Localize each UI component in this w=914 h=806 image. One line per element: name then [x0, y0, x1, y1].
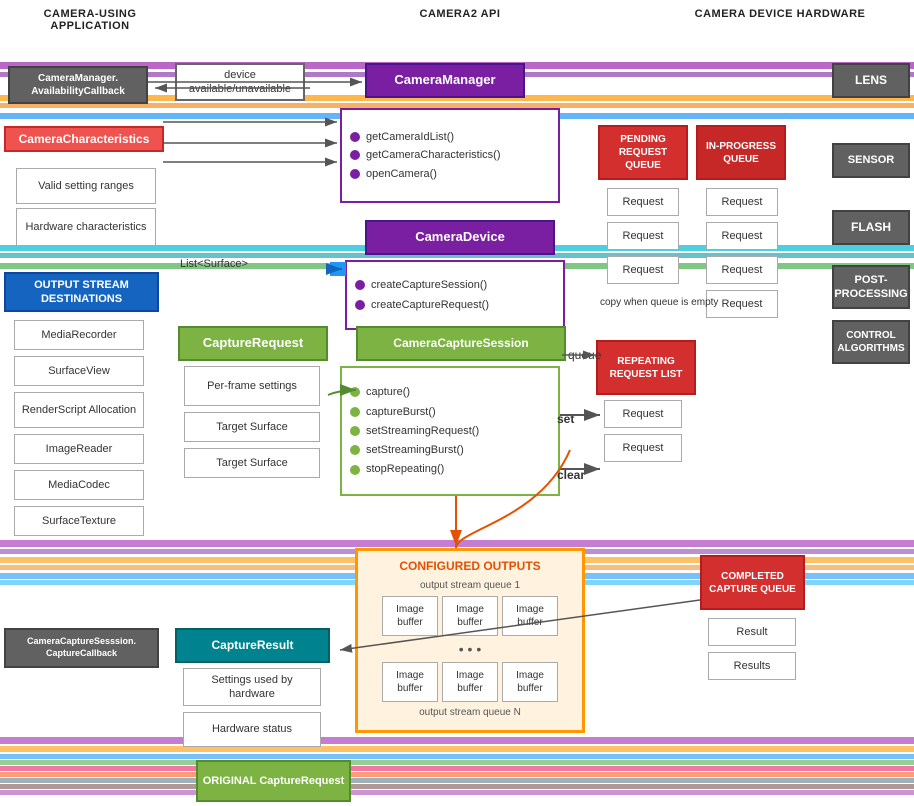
hardware-status: Hardware status: [183, 712, 321, 747]
sensor-box: SENSOR: [832, 143, 910, 178]
result-2: Results: [708, 652, 796, 680]
target-surface-2: Target Surface: [184, 448, 320, 478]
output-stream-n-label: output stream queue N: [419, 706, 521, 719]
in-progress-request-2: Request: [706, 222, 778, 250]
get-camera-chars-method: getCameraCharacteristics(): [366, 148, 500, 162]
control-algorithms-box: CONTROL ALGORITHMS: [832, 320, 910, 364]
output-stream-1-label: output stream queue 1: [420, 579, 520, 592]
copy-label: copy when queue is empty: [600, 296, 718, 309]
set-streaming-burst-method: setStreamingBurst(): [366, 443, 464, 457]
settings-used-by-hardware: Settings used by hardware: [183, 668, 321, 706]
clear-label: clear: [557, 468, 585, 482]
image-buffer-3: Image buffer: [502, 596, 558, 636]
col-header-app: CAMERA-USING APPLICATION: [10, 8, 170, 32]
completed-capture-queue: COMPLETED CAPTURE QUEUE: [700, 555, 805, 610]
in-progress-request-3: Request: [706, 256, 778, 284]
set-label: set: [557, 412, 574, 426]
image-buffer-1: Image buffer: [382, 596, 438, 636]
repeating-request-2: Request: [604, 434, 682, 462]
output-stream-destinations: OUTPUT STREAM DESTINATIONS: [4, 272, 159, 312]
capture-request-box: CaptureRequest: [178, 326, 328, 361]
col-header-hw: CAMERA DEVICE HARDWARE: [650, 8, 910, 20]
diagram-container: CAMERA-USING APPLICATION CAMERA2 API CAM…: [0, 0, 914, 806]
camera-manager-methods: getCameraIdList() getCameraCharacteristi…: [340, 108, 560, 203]
queue-label: queue: [568, 348, 601, 362]
post-processing-box: POST- PROCESSING: [832, 265, 910, 309]
in-progress-queue: IN-PROGRESS QUEUE: [696, 125, 786, 180]
capture-method: capture(): [366, 385, 410, 399]
list-surface-label: List<Surface>: [180, 258, 248, 270]
image-buffer-4: Image buffer: [382, 662, 438, 702]
pending-request-3: Request: [607, 256, 679, 284]
capture-burst-method: captureBurst(): [366, 405, 436, 419]
pending-request-2: Request: [607, 222, 679, 250]
camera-device-methods: createCaptureSession() createCaptureRequ…: [345, 260, 565, 330]
device-available-box: device available/unavailable: [175, 63, 305, 101]
configured-outputs-title: CONFIGURED OUTPUTS: [366, 559, 574, 575]
original-capture-request: ORIGINAL CaptureRequest: [196, 760, 351, 802]
surface-texture: SurfaceTexture: [14, 506, 144, 536]
image-buffer-6: Image buffer: [502, 662, 558, 702]
repeating-request-1: Request: [604, 400, 682, 428]
dots-label: • • •: [459, 640, 481, 658]
camera-manager-box: CameraManager: [365, 63, 525, 98]
camera-capture-session-box: CameraCaptureSession: [356, 326, 566, 361]
create-capture-request: createCaptureRequest(): [371, 298, 489, 312]
media-codec: MediaCodec: [14, 470, 144, 500]
pending-request-1: Request: [607, 188, 679, 216]
valid-setting-ranges: Valid setting ranges: [16, 168, 156, 204]
image-reader: ImageReader: [14, 434, 144, 464]
set-streaming-method: setStreamingRequest(): [366, 424, 479, 438]
image-buffer-2: Image buffer: [442, 596, 498, 636]
target-surface-1: Target Surface: [184, 412, 320, 442]
render-script: RenderScript Allocation: [14, 392, 144, 428]
capture-methods-box: capture() captureBurst() setStreamingReq…: [340, 366, 560, 496]
open-camera-method: openCamera(): [366, 167, 437, 181]
col-header-api: CAMERA2 API: [360, 8, 560, 20]
result-1: Result: [708, 618, 796, 646]
media-recorder: MediaRecorder: [14, 320, 144, 350]
surface-view: SurfaceView: [14, 356, 144, 386]
pending-request-queue: PENDING REQUEST QUEUE: [598, 125, 688, 180]
capture-result-box: CaptureResult: [175, 628, 330, 663]
flash-box: FLASH: [832, 210, 910, 245]
per-frame-settings: Per-frame settings: [184, 366, 320, 406]
camera-manager-availability: CameraManager. AvailabilityCallback: [8, 66, 148, 104]
stop-repeating-method: stopRepeating(): [366, 462, 444, 476]
lens-box: LENS: [832, 63, 910, 98]
create-capture-session: createCaptureSession(): [371, 278, 487, 292]
get-camera-id-method: getCameraIdList(): [366, 130, 454, 144]
in-progress-request-1: Request: [706, 188, 778, 216]
hardware-characteristics: Hardware characteristics: [16, 208, 156, 246]
camera-characteristics-box: CameraCharacteristics: [4, 126, 164, 152]
image-buffer-5: Image buffer: [442, 662, 498, 702]
capture-session-callback: CameraCaptureSesssion. CaptureCallback: [4, 628, 159, 668]
repeating-request-list: REPEATING REQUEST LIST: [596, 340, 696, 395]
configured-outputs-box: CONFIGURED OUTPUTS output stream queue 1…: [355, 548, 585, 733]
camera-device-box: CameraDevice: [365, 220, 555, 255]
